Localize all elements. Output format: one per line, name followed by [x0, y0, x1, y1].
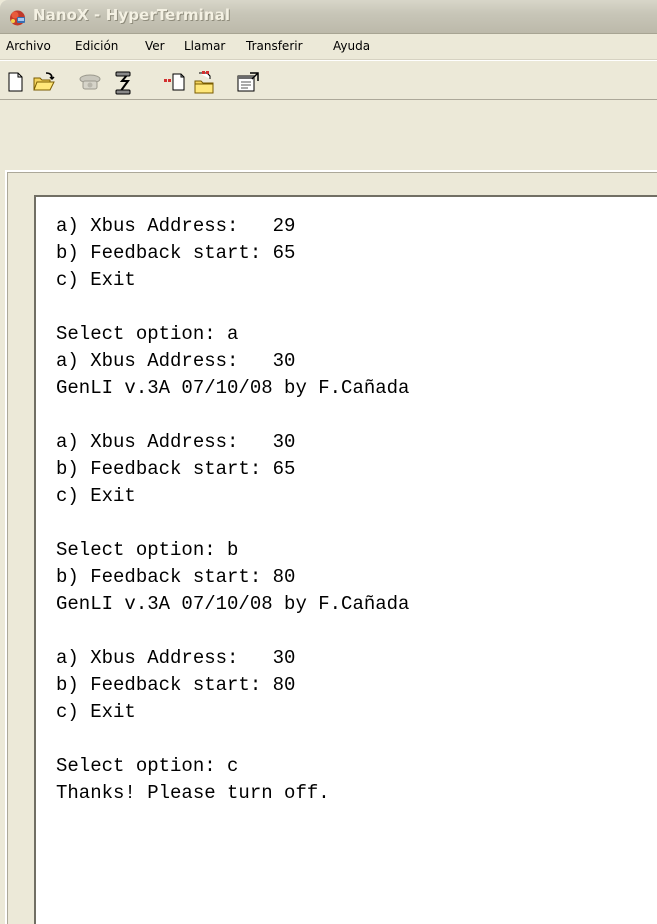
title-bar[interactable]: NanoX - HyperTerminal — [0, 0, 657, 34]
terminal-line: a) Xbus Address: 30 — [56, 647, 296, 669]
terminal-line: a) Xbus Address: 30 — [56, 350, 296, 372]
phone-connect-icon[interactable] — [78, 71, 101, 93]
menu-bar: Archivo Edición Ver Llamar Transferir Ay… — [0, 34, 657, 60]
menu-ver[interactable]: Ver — [145, 39, 165, 53]
receive-file-icon[interactable] — [193, 71, 215, 94]
open-folder-icon[interactable] — [32, 71, 55, 93]
hyperterminal-app-icon[interactable] — [8, 8, 27, 27]
terminal-line: c) Exit — [56, 485, 136, 507]
terminal-line: Thanks! Please turn off. — [56, 782, 330, 804]
menu-transferir[interactable]: Transferir — [246, 39, 303, 53]
menu-llamar[interactable]: Llamar — [184, 39, 225, 53]
terminal-line: a) Xbus Address: 30 — [56, 431, 296, 453]
menu-edicion[interactable]: Edición — [75, 39, 118, 53]
send-file-icon[interactable] — [162, 71, 185, 93]
terminal-line: a) Xbus Address: 29 — [56, 215, 296, 237]
terminal-line: Select option: c — [56, 755, 239, 777]
terminal-window[interactable]: a) Xbus Address: 29 b) Feedback start: 6… — [34, 195, 657, 924]
terminal-line: Select option: b — [56, 539, 239, 561]
terminal-line: b) Feedback start: 80 — [56, 674, 296, 696]
window-title: NanoX - HyperTerminal — [33, 6, 231, 24]
toolbar — [0, 60, 657, 100]
menu-ayuda[interactable]: Ayuda — [333, 39, 370, 53]
terminal-line: c) Exit — [56, 701, 136, 723]
terminal-line: b) Feedback start: 80 — [56, 566, 296, 588]
menu-archivo[interactable]: Archivo — [6, 39, 51, 53]
new-document-icon[interactable] — [5, 71, 27, 93]
terminal-line: c) Exit — [56, 269, 136, 291]
terminal-line: GenLI v.3A 07/10/08 by F.Cañada — [56, 593, 410, 615]
terminal-line: b) Feedback start: 65 — [56, 242, 296, 264]
terminal-line: b) Feedback start: 65 — [56, 458, 296, 480]
properties-icon[interactable] — [236, 71, 259, 93]
terminal-line: Select option: a — [56, 323, 239, 345]
terminal-line: GenLI v.3A 07/10/08 by F.Cañada — [56, 377, 410, 399]
disconnect-icon[interactable] — [112, 71, 134, 95]
